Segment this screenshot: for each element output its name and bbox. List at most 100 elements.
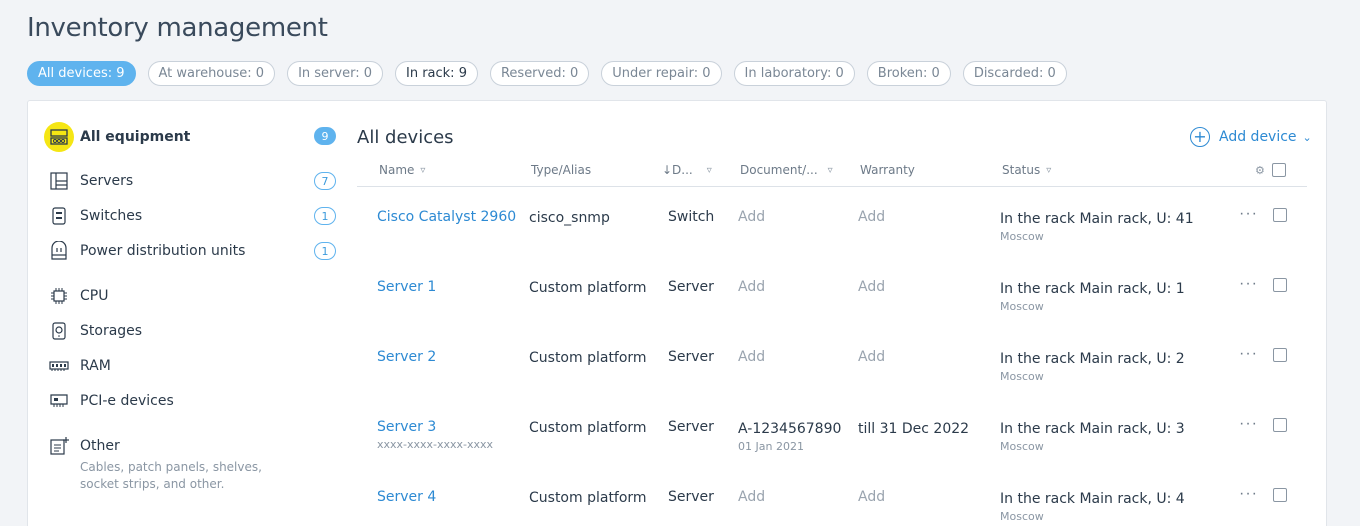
- column-label: Document/...: [740, 163, 818, 177]
- more-options-icon[interactable]: ···: [1239, 485, 1258, 503]
- device-name-link[interactable]: Server 1: [377, 279, 436, 295]
- filter-discarded[interactable]: Discarded: 0: [962, 61, 1067, 86]
- serial-number: xxxx-xxxx-xxxx-xxxx: [377, 438, 494, 451]
- location-text: Moscow: [1000, 510, 1044, 523]
- status-text: In the rack Main rack, U: 3: [1000, 421, 1185, 437]
- document-date: 01 Jan 2021: [738, 440, 804, 453]
- add-warranty-link[interactable]: Add: [858, 349, 885, 365]
- device-type: Server: [668, 489, 714, 505]
- more-options-icon[interactable]: ···: [1239, 275, 1258, 293]
- switch-icon: [48, 205, 70, 227]
- storage-icon: [48, 320, 70, 342]
- add-device-button[interactable]: + Add device ⌄: [1190, 127, 1312, 147]
- select-all-checkbox[interactable]: [1272, 163, 1286, 177]
- add-device-label: Add device: [1219, 129, 1297, 145]
- count-badge-all: 9: [314, 127, 336, 145]
- device-name-link[interactable]: Server 2: [377, 349, 436, 365]
- device-name-link[interactable]: Server 4: [377, 489, 436, 505]
- type-alias: Custom platform: [529, 350, 647, 366]
- sidebar-item-pdu[interactable]: Power distribution units: [48, 240, 245, 262]
- status-text: In the rack Main rack, U: 1: [1000, 281, 1185, 297]
- column-label: Warranty: [860, 163, 915, 177]
- sidebar-item-label: PCI-e devices: [80, 393, 174, 409]
- column-header-device[interactable]: ↓D... ▿: [662, 163, 712, 177]
- filter-in-rack[interactable]: In rack: 9: [394, 61, 478, 86]
- table-row: Server 4 Custom platform Server Add Add …: [357, 481, 1307, 526]
- filter-reserved[interactable]: Reserved: 0: [489, 61, 590, 86]
- status-text: In the rack Main rack, U: 41: [1000, 211, 1194, 227]
- table-row: Server 2 Custom platform Server Add Add …: [357, 341, 1307, 411]
- column-header-document[interactable]: Document/... ▿: [740, 163, 833, 177]
- sidebar-item-pcie[interactable]: PCI-e devices: [48, 390, 174, 412]
- filter-icon[interactable]: ▿: [420, 165, 425, 176]
- add-document-link[interactable]: Add: [738, 489, 765, 505]
- column-label: Name: [379, 163, 415, 177]
- filter-broken[interactable]: Broken: 0: [866, 61, 951, 86]
- column-header-type[interactable]: Type/Alias: [531, 163, 591, 177]
- filter-at-warehouse[interactable]: At warehouse: 0: [147, 61, 276, 86]
- cpu-icon: [48, 285, 70, 307]
- plus-circle-icon: +: [1190, 127, 1210, 147]
- count-badge-pdu: 1: [314, 242, 336, 260]
- filter-under-repair[interactable]: Under repair: 0: [601, 61, 722, 86]
- sidebar-item-label: CPU: [80, 288, 109, 304]
- sidebar-item-all-equipment[interactable]: All equipment: [44, 122, 191, 152]
- pcie-icon: [48, 390, 70, 412]
- add-document-link[interactable]: Add: [738, 279, 765, 295]
- more-options-icon[interactable]: ···: [1239, 415, 1258, 433]
- row-checkbox[interactable]: [1273, 208, 1287, 222]
- other-description: Cables, patch panels, shelves, socket st…: [80, 460, 262, 491]
- column-label: Status: [1002, 163, 1041, 177]
- sidebar-item-cpu[interactable]: CPU: [48, 285, 108, 307]
- row-checkbox[interactable]: [1273, 348, 1287, 362]
- filter-all-devices[interactable]: All devices: 9: [27, 61, 136, 86]
- sidebar-item-ram[interactable]: RAM: [48, 355, 111, 377]
- type-alias: Custom platform: [529, 280, 647, 296]
- add-document-link[interactable]: Add: [738, 349, 765, 365]
- row-checkbox[interactable]: [1273, 488, 1287, 502]
- filter-in-laboratory[interactable]: In laboratory: 0: [733, 61, 855, 86]
- more-options-icon[interactable]: ···: [1239, 345, 1258, 363]
- filter-icon[interactable]: ▿: [707, 165, 712, 176]
- device-name-link[interactable]: Cisco Catalyst 2960: [377, 209, 516, 225]
- column-label: Type/Alias: [531, 163, 592, 177]
- row-checkbox[interactable]: [1273, 278, 1287, 292]
- count-badge-switches: 1: [314, 207, 336, 225]
- sidebar-item-label: Servers: [80, 173, 134, 189]
- status-text: In the rack Main rack, U: 2: [1000, 351, 1185, 367]
- filter-icon[interactable]: ▿: [828, 165, 833, 176]
- status-filter-bar: All devices: 9 At warehouse: 0 In server…: [27, 61, 1079, 86]
- filter-icon[interactable]: ▿: [1046, 165, 1051, 176]
- type-alias: Custom platform: [529, 490, 647, 506]
- location-text: Moscow: [1000, 370, 1044, 383]
- sidebar-item-other[interactable]: Other: [48, 435, 120, 457]
- column-header-name[interactable]: Name ▿: [379, 163, 425, 177]
- document-number[interactable]: A-1234567890: [738, 421, 841, 437]
- filter-in-server[interactable]: In server: 0: [287, 61, 383, 86]
- count-badge-servers: 7: [314, 172, 336, 190]
- add-warranty-link[interactable]: Add: [858, 489, 885, 505]
- device-type: Server: [668, 349, 714, 365]
- inventory-card: All equipment 9 Servers 7 Switches 1 Pow…: [27, 100, 1327, 526]
- add-warranty-link[interactable]: Add: [858, 209, 885, 225]
- column-header-warranty[interactable]: Warranty: [860, 163, 915, 177]
- column-header-status[interactable]: Status ▿: [1002, 163, 1051, 177]
- device-type: Server: [668, 279, 714, 295]
- sidebar-item-label: All equipment: [80, 129, 191, 145]
- sidebar-item-storages[interactable]: Storages: [48, 320, 142, 342]
- add-document-link[interactable]: Add: [738, 209, 765, 225]
- location-text: Moscow: [1000, 300, 1044, 313]
- location-text: Moscow: [1000, 440, 1044, 453]
- sidebar-item-servers[interactable]: Servers: [48, 170, 133, 192]
- table-row: Cisco Catalyst 2960 cisco_snmp Switch Ad…: [357, 201, 1307, 271]
- device-type: Server: [668, 419, 714, 435]
- gear-icon[interactable]: ⚙: [1255, 164, 1265, 177]
- sidebar-item-label: Storages: [80, 323, 143, 339]
- more-options-icon[interactable]: ···: [1239, 205, 1258, 223]
- row-checkbox[interactable]: [1273, 418, 1287, 432]
- device-name-link[interactable]: Server 3: [377, 419, 436, 435]
- warranty-text[interactable]: till 31 Dec 2022: [858, 421, 969, 437]
- add-warranty-link[interactable]: Add: [858, 279, 885, 295]
- sidebar-item-switches[interactable]: Switches: [48, 205, 142, 227]
- server-icon: [48, 170, 70, 192]
